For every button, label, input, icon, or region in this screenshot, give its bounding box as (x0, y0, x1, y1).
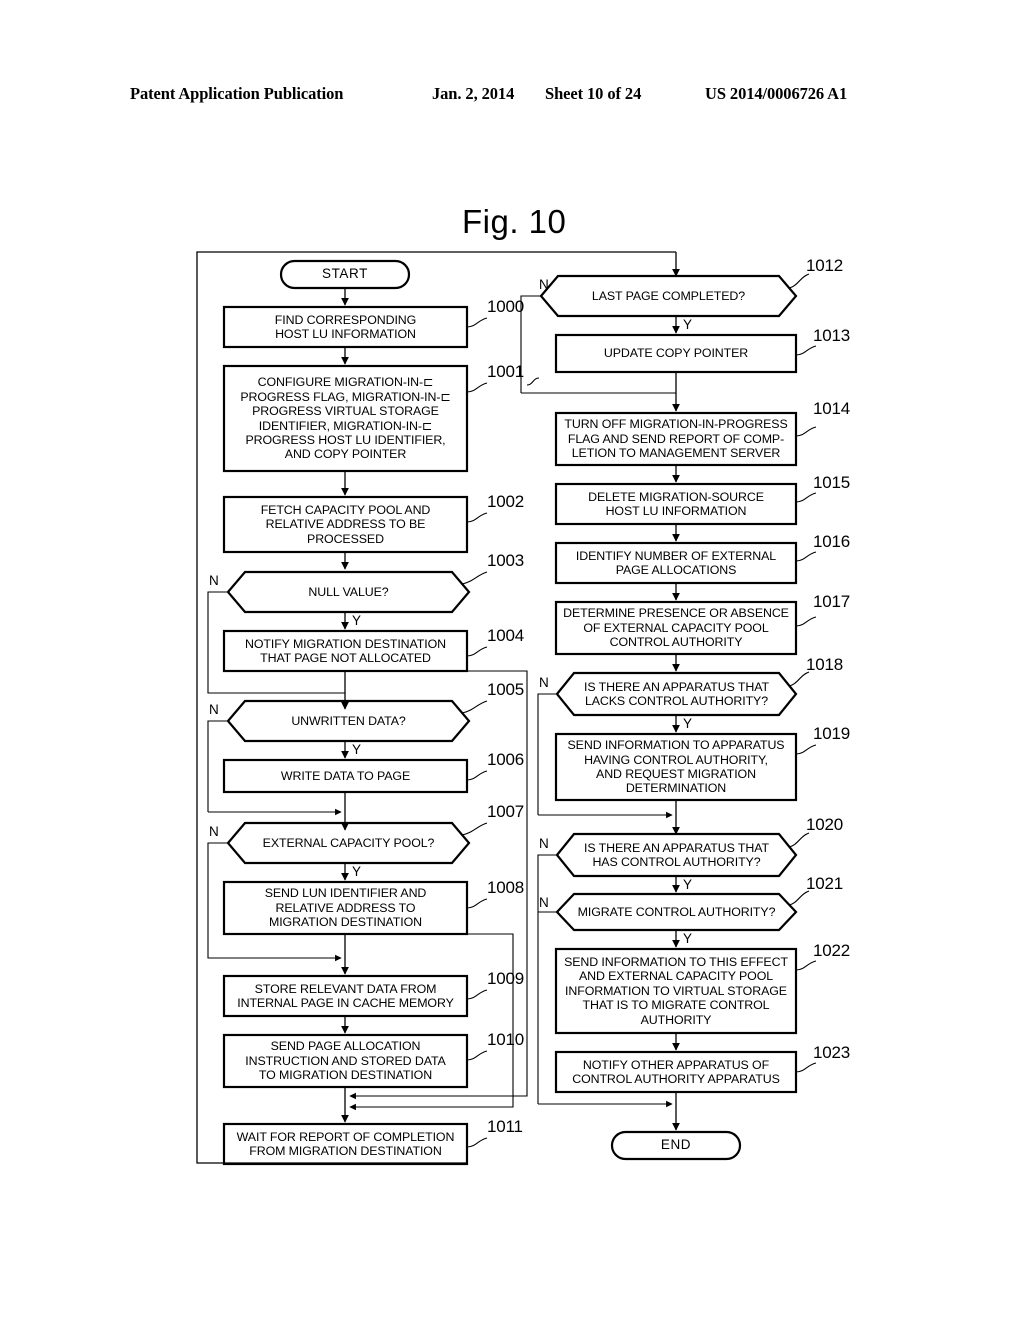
branch-1003-no (207, 591, 345, 694)
ref-number-1004: 1004 (487, 626, 525, 645)
ref-number-1011: 1011 (487, 1117, 523, 1136)
node-1008-shape (222, 880, 469, 936)
branch-label-1018-no: N (539, 675, 549, 690)
ref-number-1017: 1017 (813, 592, 851, 611)
node-1013-shape (554, 333, 798, 374)
branch-label-1007-yes: Y (352, 864, 362, 879)
leader-1010 (466, 1050, 488, 1061)
leader-1004 (466, 646, 488, 657)
node-1012-shape (539, 274, 798, 318)
ref-number-1013: 1013 (813, 326, 851, 345)
node-1007-shape (226, 821, 471, 865)
ref-number-1015: 1015 (813, 473, 851, 492)
branch-label-1020-yes: Y (683, 877, 693, 892)
leader-1000 (466, 317, 488, 328)
node-1017-shape (554, 600, 798, 656)
ref-number-1007: 1007 (487, 802, 525, 821)
leader-1022 (795, 960, 817, 971)
branch-label-1012-no: N (539, 277, 549, 292)
node-1010-shape (222, 1033, 469, 1089)
ref-number-1000: 1000 (487, 297, 525, 316)
leader-1006 (466, 770, 488, 781)
branch-label-1005-no: N (209, 702, 219, 717)
node-1023-shape (554, 1050, 798, 1094)
leader-1019 (795, 744, 817, 755)
leader-1007 (461, 822, 488, 836)
ref-number-1002: 1002 (487, 492, 525, 511)
flowchart-diagram: START FIND CORRESPONDING HOST LU INFORMA… (0, 0, 1024, 1320)
ref-number-1012: 1012 (806, 256, 844, 275)
leader-1012 (788, 273, 810, 289)
branch-label-1007-no: N (209, 824, 219, 839)
leader-1008 (466, 898, 488, 909)
leader-1020 (788, 832, 810, 848)
branch-label-1020-no: N (539, 836, 549, 851)
end-terminal-shape (610, 1130, 742, 1161)
edge-1008-to-1011 (349, 933, 514, 1111)
ref-number-1020: 1020 (806, 815, 844, 834)
branch-label-1018-yes: Y (683, 716, 693, 731)
leader-1023 (795, 1062, 817, 1073)
ref-number-1010: 1010 (487, 1030, 525, 1049)
leader-1003 (461, 571, 488, 585)
node-1002-shape (222, 495, 469, 554)
node-1000-shape (222, 305, 469, 349)
ref-number-1005: 1005 (487, 680, 525, 699)
node-1014-shape (554, 411, 798, 467)
node-1009-shape (222, 974, 469, 1018)
branch-1020-no (537, 854, 557, 1104)
ref-number-1021: 1021 (806, 874, 844, 893)
ref-number-1003: 1003 (487, 551, 525, 570)
leader-1002 (466, 512, 488, 523)
leader-1013 (795, 345, 817, 356)
ref-number-1001: 1001 (487, 362, 525, 381)
branch-label-1005-yes: Y (352, 742, 362, 757)
ref-number-1018: 1018 (806, 655, 844, 674)
node-1003-shape (226, 570, 471, 614)
node-1020-shape (555, 832, 798, 878)
leader-1011 (466, 1137, 488, 1148)
node-1006-shape (222, 758, 469, 794)
node-1004-shape (222, 629, 469, 673)
outer-loop-connector (196, 251, 676, 1164)
node-1015-shape (554, 482, 798, 526)
branch-label-1021-no: N (539, 895, 549, 910)
branch-1007-no (207, 842, 342, 962)
node-1016-shape (554, 541, 798, 585)
leader-1005 (461, 700, 488, 714)
node-1022-shape (554, 947, 798, 1035)
node-1019-shape (554, 732, 798, 802)
ref-number-1019: 1019 (813, 724, 851, 743)
leader-1014 (795, 426, 817, 437)
node-1001-shape (222, 364, 469, 473)
ref-number-1006: 1006 (487, 750, 525, 769)
ref-number-1022: 1022 (813, 941, 851, 960)
leader-1001 (466, 382, 488, 393)
ref-number-1009: 1009 (487, 969, 525, 988)
node-1005-shape (226, 699, 471, 743)
start-terminal-shape (279, 259, 411, 290)
branch-label-1003-no: N (209, 573, 219, 588)
node-1021-shape (555, 892, 798, 932)
node-1018-shape (555, 671, 798, 717)
ref-number-1014: 1014 (813, 399, 851, 418)
ref-number-1023: 1023 (813, 1043, 851, 1062)
leader-1017 (795, 616, 817, 627)
leader-1016 (795, 551, 817, 562)
ref-number-1016: 1016 (813, 532, 851, 551)
branch-label-1003-yes: Y (352, 613, 362, 628)
branch-label-1012-yes: Y (683, 317, 693, 332)
node-1011-shape (222, 1122, 469, 1166)
branch-label-1021-yes: Y (683, 931, 693, 946)
ref-number-1008: 1008 (487, 878, 525, 897)
branch-1018-no-v (537, 693, 557, 815)
leader-1009 (466, 989, 488, 1000)
leader-1015 (795, 492, 817, 503)
line-jump-hop (526, 377, 540, 386)
